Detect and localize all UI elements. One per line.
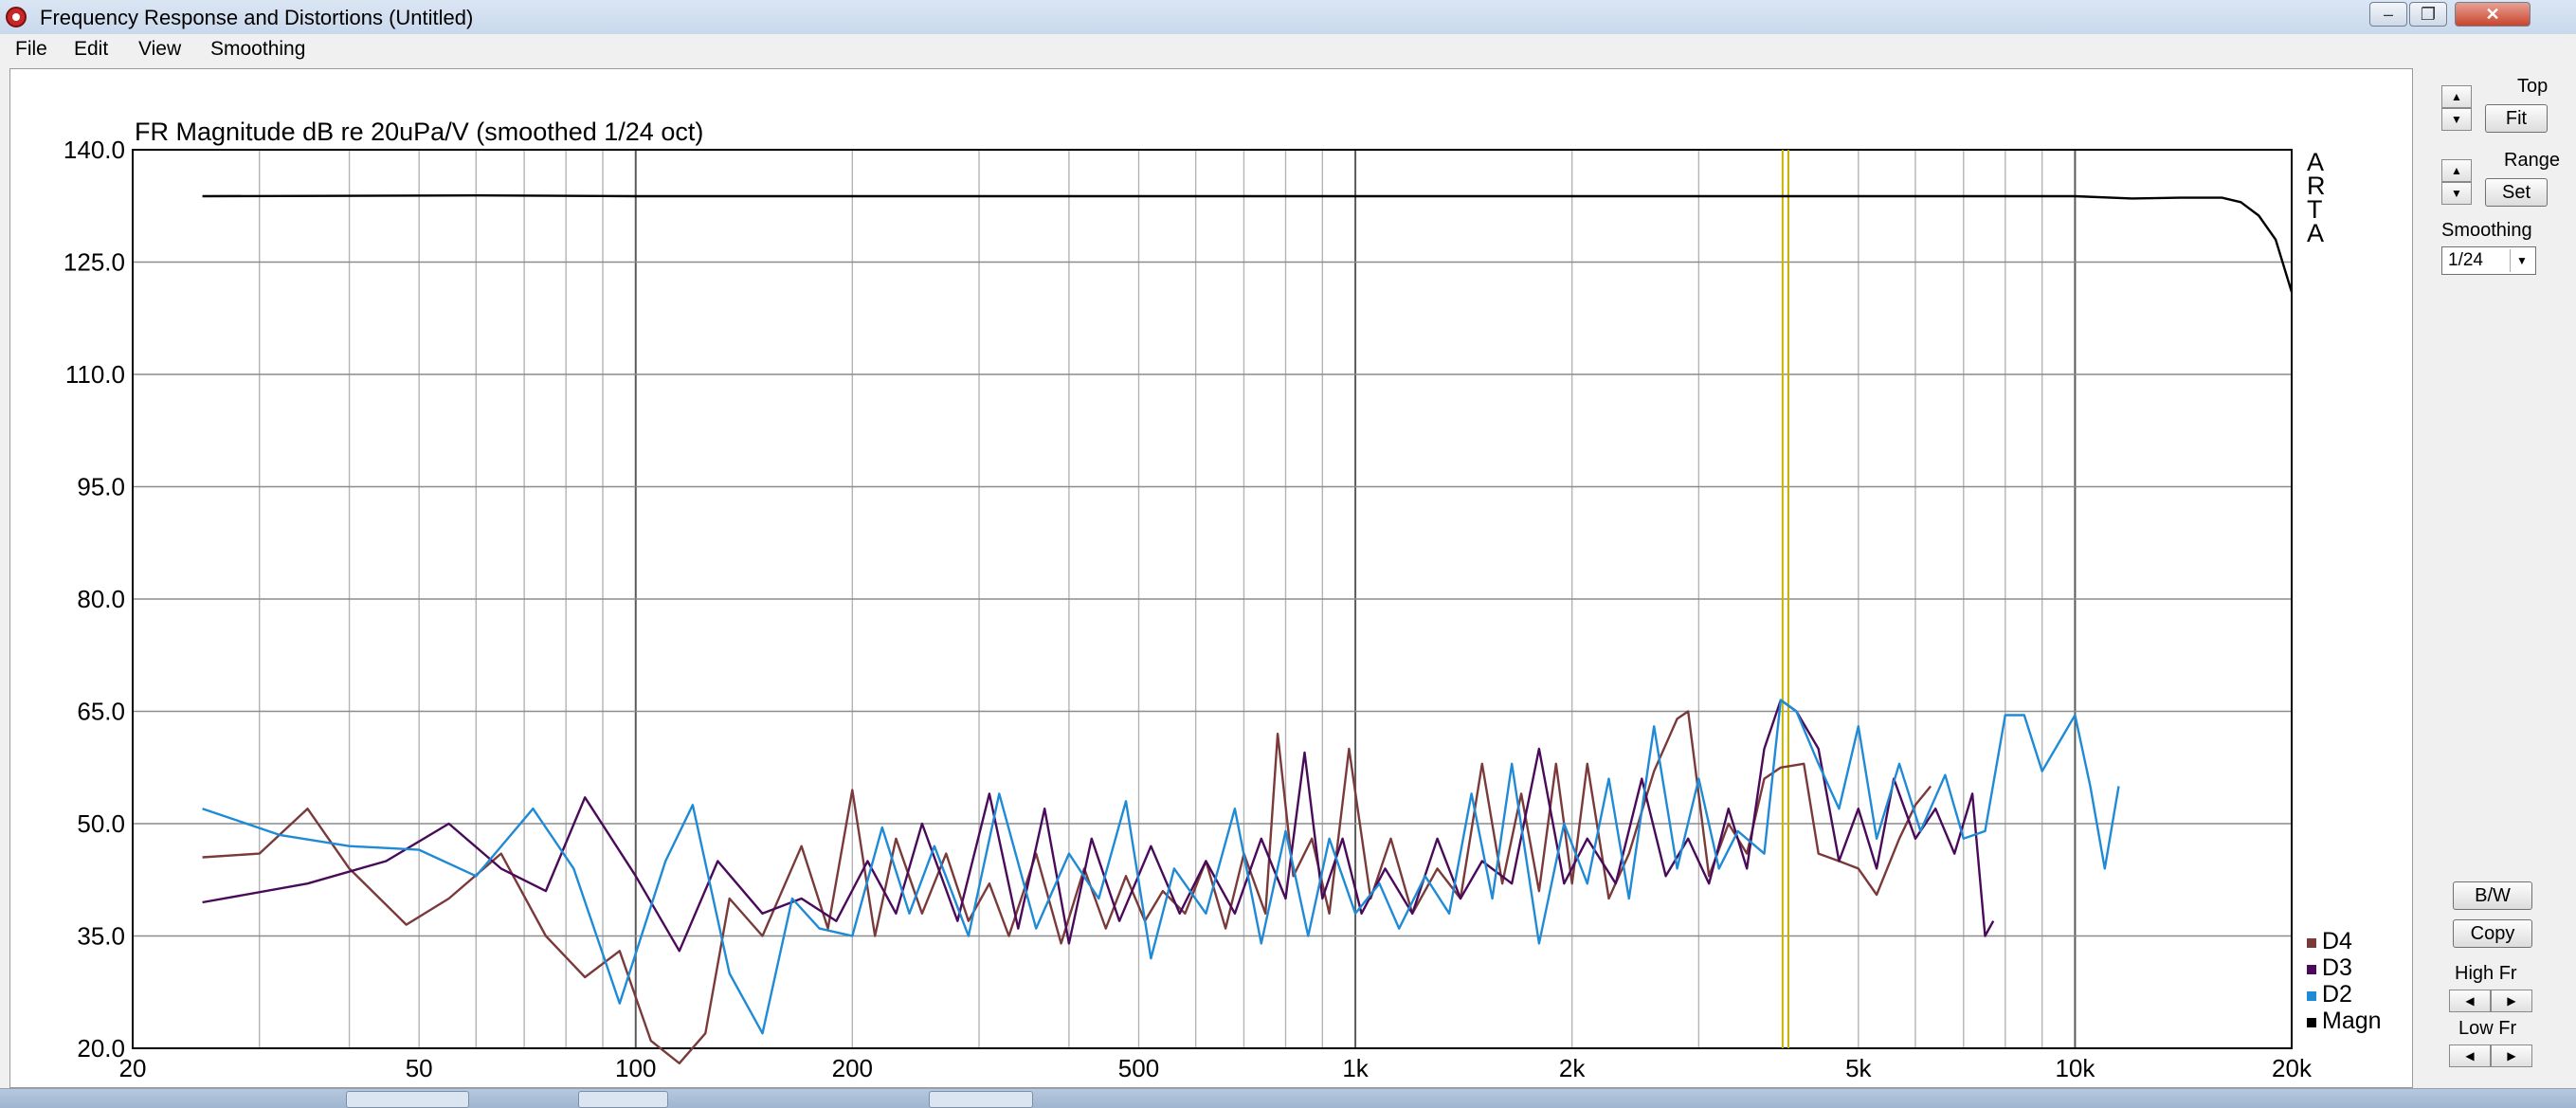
y-tick-label: 50.0 (77, 809, 125, 838)
legend-label-d4: D4 (2322, 928, 2352, 954)
arta-watermark-letter: A (2307, 219, 2324, 247)
minimize-button[interactable]: – (2369, 2, 2407, 27)
taskbar-app-button[interactable] (929, 1091, 1033, 1108)
x-tick-label: 5k (1845, 1054, 1872, 1082)
legend-swatch-magn (2307, 1018, 2316, 1027)
menu-view[interactable]: View (138, 38, 181, 61)
y-tick-label: 65.0 (77, 698, 125, 726)
window-title: Frequency Response and Distortions (Unti… (40, 6, 474, 29)
app-icon (6, 7, 27, 27)
series-line-d3[interactable] (202, 699, 1995, 953)
smoothing-value: 1/24 (2448, 250, 2483, 270)
taskbar-app-button[interactable] (578, 1091, 668, 1108)
y-tick-label: 95.0 (77, 473, 125, 501)
y-tick-label: 110.0 (65, 360, 125, 389)
legend-swatch-d3 (2307, 965, 2316, 974)
title-bar: Frequency Response and Distortions (Unti… (0, 0, 2576, 35)
x-tick-label: 1k (1342, 1054, 1369, 1082)
chevron-down-icon: ▼ (2510, 249, 2533, 272)
x-tick-label: 10k (2055, 1054, 2095, 1082)
x-tick-label: 50 (406, 1054, 433, 1082)
menu-bar: File Edit View Smoothing (0, 34, 2576, 64)
y-tick-label: 20.0 (77, 1034, 125, 1063)
series-line-d4[interactable] (202, 710, 1932, 1065)
menu-edit[interactable]: Edit (74, 38, 108, 61)
fit-button[interactable]: Fit (2485, 104, 2548, 133)
taskbar (0, 1088, 2576, 1108)
smoothing-label: Smoothing (2441, 220, 2532, 241)
x-tick-label: 100 (615, 1054, 656, 1082)
low-fr-left-button[interactable]: ◀ (2449, 1044, 2491, 1067)
high-fr-right-button[interactable]: ▶ (2491, 990, 2532, 1012)
series-line-magn[interactable] (202, 193, 2294, 293)
top-label: Top (2517, 76, 2549, 97)
x-tick-label: 500 (1118, 1054, 1159, 1082)
top-down-spinner[interactable]: ▼ (2441, 108, 2472, 131)
smoothing-select[interactable]: 1/24 ▼ (2441, 246, 2536, 275)
x-tick-label: 20 (119, 1054, 147, 1082)
legend-label-d3: D3 (2322, 954, 2352, 981)
range-up-spinner[interactable]: ▲ (2441, 159, 2472, 182)
legend-label-d2: D2 (2322, 981, 2352, 1008)
x-tick-label: 20k (2272, 1054, 2313, 1082)
y-tick-label: 35.0 (77, 922, 125, 951)
close-button[interactable]: ✕ (2455, 2, 2531, 27)
menu-file[interactable]: File (15, 38, 47, 61)
y-tick-label: 80.0 (77, 585, 125, 613)
range-down-spinner[interactable]: ▼ (2441, 182, 2472, 205)
low-fr-right-button[interactable]: ▶ (2491, 1044, 2532, 1067)
x-tick-label: 2k (1559, 1054, 1586, 1082)
x-tick-label: 200 (832, 1054, 873, 1082)
high-fr-label: High Fr (2455, 963, 2517, 984)
frequency-response-chart[interactable]: 20.0 35.0 50.0 65.0 80.0 95.0 110.0 125.0 140.0 2… (9, 68, 2413, 1088)
legend-swatch-d4 (2307, 938, 2316, 948)
legend-swatch-d2 (2307, 991, 2316, 1001)
chart-title: FR Magnitude dB re 20uPa/V (smoothed 1/2… (135, 118, 703, 146)
menu-smoothing[interactable]: Smoothing (210, 38, 305, 61)
legend-label-magn: Magn (2322, 1008, 2382, 1034)
copy-button[interactable]: Copy (2453, 919, 2532, 948)
control-panel: ▲ ▼ Top Fit ▲ ▼ Range Set Smoothing 1/24… (2413, 68, 2576, 1088)
low-fr-label: Low Fr (2458, 1018, 2517, 1039)
restore-button[interactable]: ❐ (2409, 2, 2447, 27)
set-button[interactable]: Set (2485, 178, 2548, 207)
taskbar-app-button[interactable] (346, 1091, 469, 1108)
range-label: Range (2504, 150, 2560, 171)
top-up-spinner[interactable]: ▲ (2441, 85, 2472, 108)
y-tick-label: 125.0 (63, 248, 125, 277)
y-tick-label: 140.0 (63, 136, 125, 164)
bw-button[interactable]: B/W (2453, 881, 2532, 910)
high-fr-left-button[interactable]: ◀ (2449, 990, 2491, 1012)
